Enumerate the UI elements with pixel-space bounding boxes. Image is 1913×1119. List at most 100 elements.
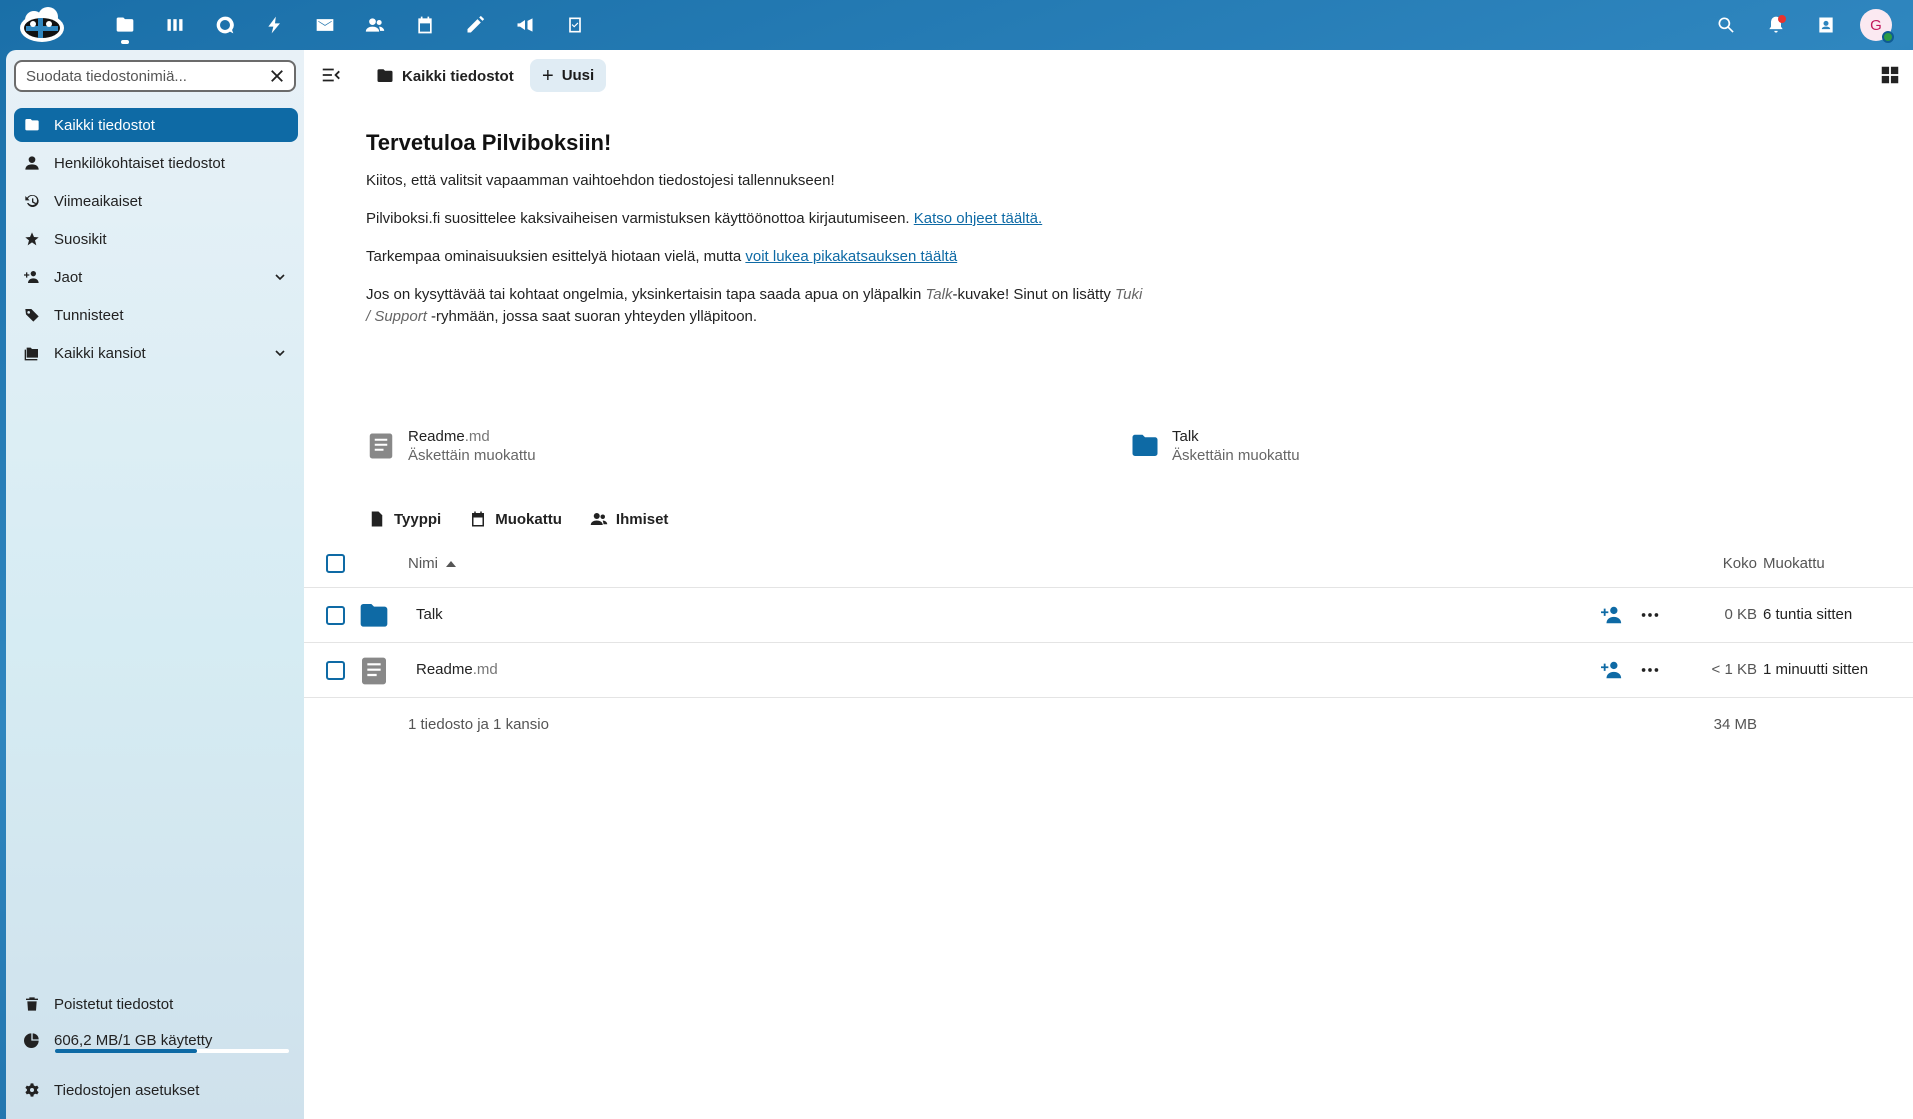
row-checkbox[interactable]: [326, 606, 345, 625]
filter-type-button[interactable]: Tyyppi: [368, 502, 441, 536]
calendar-icon: [472, 511, 485, 527]
folder-icon: [377, 69, 393, 82]
welcome-paragraph: Kiitos, että valitsit vapaamman vaihtoeh…: [366, 172, 835, 189]
files-icon[interactable]: [100, 0, 150, 50]
filter-people-button[interactable]: Ihmiset: [590, 502, 668, 536]
column-name-header[interactable]: Nimi: [408, 555, 456, 572]
contacts-menu-icon[interactable]: [1801, 0, 1851, 50]
more-actions-icon[interactable]: [1639, 604, 1661, 626]
sidebar-item-tags[interactable]: Tunnisteet: [14, 298, 298, 332]
breadcrumb-label: Kaikki tiedostot: [402, 67, 514, 85]
sidebar-item-deleted-files[interactable]: Poistetut tiedostot: [14, 987, 298, 1021]
sidebar-item-label: Poistetut tiedostot: [54, 995, 174, 1013]
sidebar-item-personal-files[interactable]: Henkilökohtaiset tiedostot: [14, 146, 298, 180]
document-icon: [362, 657, 386, 685]
column-modified-header[interactable]: Muokattu: [1757, 555, 1889, 572]
file-name[interactable]: Readme.md: [416, 661, 498, 678]
share-icon[interactable]: [1601, 659, 1623, 681]
quota-progress-fill: [55, 1049, 197, 1053]
sidebar-item-label: Viimeaikaiset: [54, 192, 143, 210]
search-icon[interactable]: [1701, 0, 1751, 50]
select-all-checkbox[interactable]: [326, 554, 345, 573]
file-modified: 6 tuntia sitten: [1763, 606, 1853, 623]
header-right: G: [1701, 0, 1901, 50]
welcome-title: Tervetuloa Pilviboksiin!: [366, 130, 612, 155]
sidebar: Kaikki tiedostot Henkilökohtaiset tiedos…: [6, 50, 304, 1119]
close-icon[interactable]: [268, 67, 286, 85]
app-menu: [100, 0, 600, 50]
welcome-paragraph: Pilviboksi.fi suosittelee kaksivaiheisen…: [366, 208, 1146, 230]
sidebar-item-recent[interactable]: Viimeaikaiset: [14, 184, 298, 218]
storage-quota[interactable]: 606,2 MB/1 GB käytetty: [14, 1027, 298, 1067]
notification-badge: [1778, 15, 1786, 23]
recent-file-status: Äskettäin muokattu: [408, 447, 536, 464]
folder-icon: [360, 604, 388, 627]
filter-modified-button[interactable]: Muokattu: [469, 502, 562, 536]
recent-file-info: Readme.md Äskettäin muokattu: [408, 428, 536, 464]
column-size-header[interactable]: Koko: [1723, 555, 1757, 572]
column-label: Nimi: [408, 555, 438, 572]
sidebar-item-label: Tunnisteet: [54, 306, 124, 324]
files-header: Kaikki tiedostot + Uusi: [304, 50, 1913, 102]
table-header: Nimi Koko Muokattu: [304, 540, 1913, 588]
pilviboksi-logo[interactable]: [18, 6, 66, 44]
avatar[interactable]: G: [1860, 9, 1894, 43]
file-name[interactable]: Talk: [416, 606, 443, 623]
welcome-text: -kuvake! Sinut on lisätty: [952, 286, 1116, 303]
recent-file-talk[interactable]: Talk Äskettäin muokattu: [1130, 428, 1300, 464]
share-icon[interactable]: [1601, 604, 1623, 626]
flash-icon[interactable]: [250, 0, 300, 50]
file-basename: Talk: [1172, 428, 1199, 445]
total-size: 34 MB: [1713, 716, 1757, 733]
new-button[interactable]: + Uusi: [530, 59, 607, 92]
tasks-icon[interactable]: [550, 0, 600, 50]
more-actions-icon[interactable]: [1639, 659, 1661, 681]
talk-icon[interactable]: [200, 0, 250, 50]
file-icon: [371, 511, 383, 527]
announcements-icon[interactable]: [500, 0, 550, 50]
recent-file-name: Readme.md: [408, 428, 536, 445]
people-icon: [590, 513, 608, 525]
welcome-emphasis: Talk: [925, 286, 953, 303]
filter-input[interactable]: [24, 66, 268, 86]
sidebar-item-file-settings[interactable]: Tiedostojen asetukset: [14, 1073, 298, 1107]
welcome-paragraph: Tarkempaa ominaisuuksien esittelyä hiota…: [366, 246, 1146, 268]
share-icon: [23, 268, 41, 286]
row-checkbox[interactable]: [326, 661, 345, 680]
sidebar-item-label: Jaot: [54, 268, 83, 286]
sidebar-item-shares[interactable]: Jaot: [14, 260, 298, 294]
sidebar-item-all-files[interactable]: Kaikki tiedostot: [14, 108, 298, 142]
sidebar-item-label: Kaikki kansiot: [54, 344, 146, 362]
breadcrumb[interactable]: Kaikki tiedostot: [376, 60, 514, 92]
top-bar: G: [0, 0, 1913, 50]
new-button-label: Uusi: [561, 67, 595, 84]
activity-icon[interactable]: [150, 0, 200, 50]
instructions-link[interactable]: Katso ohjeet täältä.: [914, 210, 1042, 227]
file-basename: Readme: [416, 661, 473, 678]
toggle-navigation-icon[interactable]: [320, 64, 342, 86]
calendar-icon[interactable]: [400, 0, 450, 50]
overview-link[interactable]: voit lukea pikakatsauksen täältä: [745, 248, 957, 265]
chevron-down-icon[interactable]: [272, 345, 288, 361]
contacts-icon[interactable]: [350, 0, 400, 50]
gear-icon: [23, 1081, 41, 1099]
sidebar-item-label: Henkilökohtaiset tiedostot: [54, 154, 225, 172]
recent-file-status: Äskettäin muokattu: [1172, 447, 1300, 464]
sidebar-item-favorites[interactable]: Suosikit: [14, 222, 298, 256]
notes-icon[interactable]: [450, 0, 500, 50]
grid-view-icon[interactable]: [1879, 64, 1901, 86]
mail-icon[interactable]: [300, 0, 350, 50]
sidebar-item-all-folders[interactable]: Kaikki kansiot: [14, 336, 298, 370]
notifications-icon[interactable]: [1751, 0, 1801, 50]
files-table: Nimi Koko Muokattu Talk 0 KB 6 tuntia si…: [304, 540, 1913, 753]
table-row[interactable]: Readme.md < 1 KB 1 minuutti sitten: [304, 643, 1913, 698]
quota-progress-bar: [55, 1049, 289, 1053]
welcome-text: Pilviboksi.fi suosittelee kaksivaiheisen…: [366, 210, 914, 227]
sidebar-nav: Kaikki tiedostot Henkilökohtaiset tiedos…: [14, 108, 298, 374]
document-icon: [369, 433, 393, 459]
recent-file-readme[interactable]: Readme.md Äskettäin muokattu: [366, 428, 536, 464]
table-row[interactable]: Talk 0 KB 6 tuntia sitten: [304, 588, 1913, 643]
chevron-down-icon[interactable]: [272, 269, 288, 285]
user-menu[interactable]: G: [1851, 0, 1901, 50]
sidebar-footer: Poistetut tiedostot 606,2 MB/1 GB käytet…: [14, 987, 298, 1119]
